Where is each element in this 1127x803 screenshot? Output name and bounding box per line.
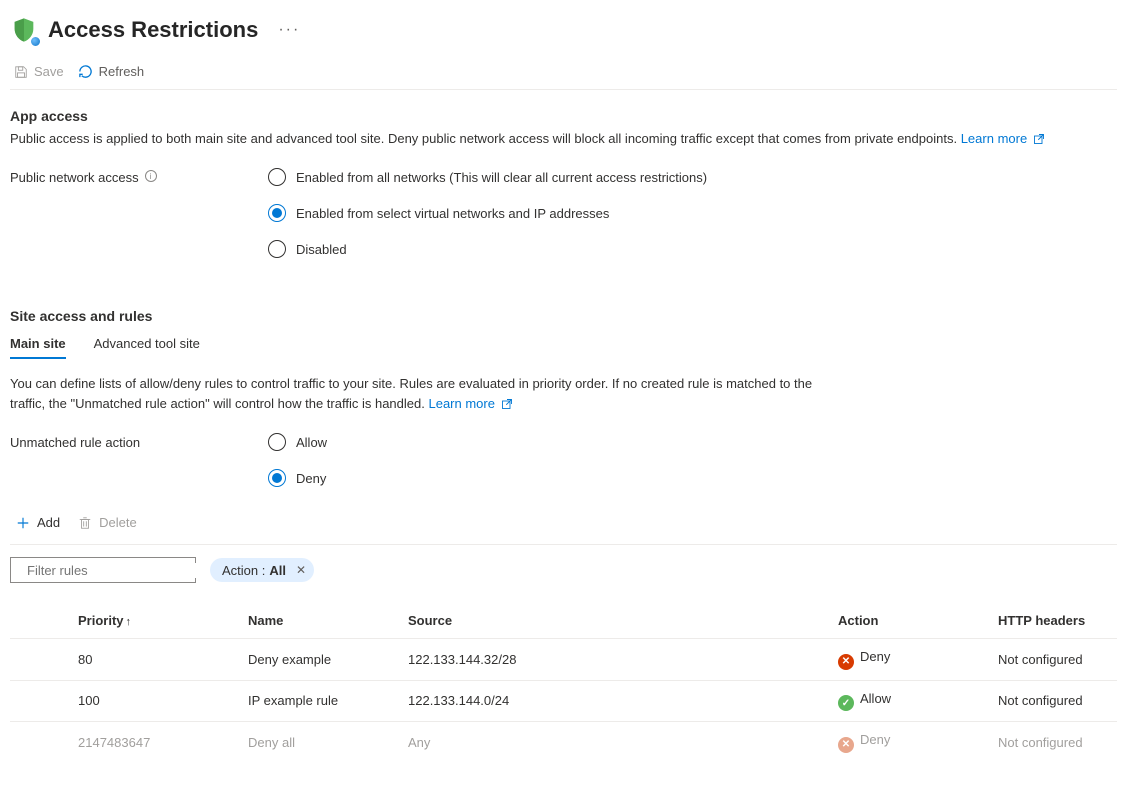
cell-action: ✓Allow	[830, 680, 990, 722]
delete-rule-button[interactable]: Delete	[78, 515, 137, 530]
refresh-icon	[78, 64, 93, 79]
col-header-priority[interactable]: Priority↑	[10, 603, 240, 639]
learn-more-link-rules[interactable]: Learn more	[428, 396, 512, 411]
shield-icon	[10, 16, 38, 44]
learn-more-link[interactable]: Learn more	[961, 131, 1045, 146]
command-bar: Save Refresh	[10, 58, 1117, 90]
col-header-source[interactable]: Source	[400, 603, 830, 639]
rules-toolbar: Add Delete	[10, 515, 1117, 530]
cell-action: ✕Deny	[830, 639, 990, 681]
action-filter-pill[interactable]: Action : All ✕	[210, 558, 314, 582]
cell-priority: 100	[10, 680, 240, 722]
external-link-icon	[1033, 133, 1045, 145]
save-label: Save	[34, 64, 64, 79]
filter-rules-search[interactable]	[10, 557, 196, 583]
refresh-label: Refresh	[99, 64, 145, 79]
rules-filter-row: Action : All ✕	[10, 544, 1117, 583]
plus-icon	[16, 516, 30, 530]
cell-source: Any	[400, 722, 830, 763]
save-button[interactable]: Save	[14, 64, 64, 79]
public-network-access-options: Enabled from all networks (This will cle…	[268, 168, 707, 258]
add-rule-button[interactable]: Add	[16, 515, 60, 530]
radio-unmatched-deny[interactable]: Deny	[268, 469, 327, 487]
x-circle-icon: ✕	[838, 737, 854, 753]
col-header-name[interactable]: Name	[240, 603, 400, 639]
app-access-heading: App access	[10, 108, 1117, 124]
refresh-button[interactable]: Refresh	[78, 64, 145, 79]
table-row[interactable]: 80Deny example122.133.144.32/28✕DenyNot …	[10, 639, 1117, 681]
trash-icon	[78, 516, 92, 530]
site-tabs: Main site Advanced tool site	[10, 336, 1117, 360]
cell-http: Not configured	[990, 680, 1117, 722]
col-header-http[interactable]: HTTP headers	[990, 603, 1117, 639]
site-access-description: You can define lists of allow/deny rules…	[10, 374, 830, 413]
radio-icon	[268, 204, 286, 222]
filter-rules-input[interactable]	[27, 563, 203, 578]
cell-name: IP example rule	[240, 680, 400, 722]
public-network-access-field: Public network access i Enabled from all…	[10, 168, 1117, 258]
tab-main-site[interactable]: Main site	[10, 336, 66, 359]
cell-name: Deny example	[240, 639, 400, 681]
external-link-icon	[501, 398, 513, 410]
radio-enabled-all-networks[interactable]: Enabled from all networks (This will cle…	[268, 168, 707, 186]
more-actions-button[interactable]: ···	[278, 22, 300, 38]
x-circle-icon: ✕	[838, 654, 854, 670]
public-network-access-label: Public network access i	[10, 168, 268, 258]
page-title: Access Restrictions	[48, 17, 258, 43]
table-row[interactable]: 100IP example rule122.133.144.0/24✓Allow…	[10, 680, 1117, 722]
table-header-row: Priority↑ Name Source Action HTTP header…	[10, 603, 1117, 639]
radio-icon	[268, 433, 286, 451]
shield-globe-badge	[29, 35, 42, 48]
cell-http: Not configured	[990, 639, 1117, 681]
radio-icon	[268, 469, 286, 487]
unmatched-rule-action-label: Unmatched rule action	[10, 433, 268, 487]
table-row[interactable]: 2147483647Deny allAny✕DenyNot configured	[10, 722, 1117, 763]
unmatched-rule-action-field: Unmatched rule action Allow Deny	[10, 433, 1117, 487]
unmatched-rule-options: Allow Deny	[268, 433, 327, 487]
col-header-action[interactable]: Action	[830, 603, 990, 639]
tab-advanced-tool-site[interactable]: Advanced tool site	[94, 336, 200, 359]
cell-http: Not configured	[990, 722, 1117, 763]
cell-source: 122.133.144.32/28	[400, 639, 830, 681]
radio-disabled[interactable]: Disabled	[268, 240, 707, 258]
clear-filter-icon[interactable]: ✕	[296, 563, 306, 577]
rules-table: Priority↑ Name Source Action HTTP header…	[10, 603, 1117, 763]
radio-enabled-select-networks[interactable]: Enabled from select virtual networks and…	[268, 204, 707, 222]
cell-priority: 2147483647	[10, 722, 240, 763]
cell-action: ✕Deny	[830, 722, 990, 763]
site-access-heading: Site access and rules	[10, 308, 1117, 324]
cell-source: 122.133.144.0/24	[400, 680, 830, 722]
cell-name: Deny all	[240, 722, 400, 763]
radio-icon	[268, 168, 286, 186]
page-header: Access Restrictions ···	[10, 8, 1117, 58]
info-icon[interactable]: i	[145, 170, 157, 182]
cell-priority: 80	[10, 639, 240, 681]
check-circle-icon: ✓	[838, 695, 854, 711]
save-icon	[14, 65, 28, 79]
sort-asc-icon: ↑	[126, 616, 132, 628]
radio-unmatched-allow[interactable]: Allow	[268, 433, 327, 451]
radio-icon	[268, 240, 286, 258]
app-access-description: Public access is applied to both main si…	[10, 130, 1117, 148]
